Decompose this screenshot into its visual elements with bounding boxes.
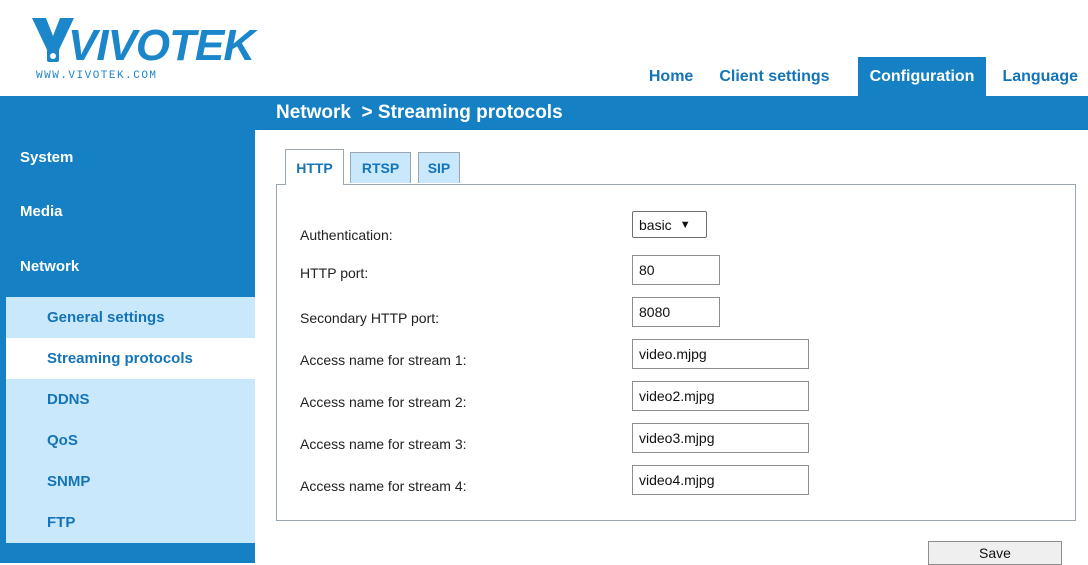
- authentication-value: basic: [639, 216, 672, 233]
- stream4-access-name-input[interactable]: video4.mjpg: [632, 465, 809, 495]
- nav-language[interactable]: Language: [992, 57, 1088, 96]
- top-navigation: Home Client settings Configuration Langu…: [633, 57, 1088, 96]
- stream2-access-name-input[interactable]: video2.mjpg: [632, 381, 809, 411]
- stream1-access-name-input[interactable]: video.mjpg: [632, 339, 809, 369]
- authentication-select[interactable]: basic ▼: [632, 211, 707, 238]
- stream4-access-name-label: Access name for stream 4:: [300, 478, 467, 494]
- sidebar-subitem-streaming-protocols[interactable]: Streaming protocols: [6, 338, 255, 379]
- sidebar-subitem-general-settings[interactable]: General settings: [6, 297, 255, 338]
- tab-http[interactable]: HTTP: [285, 149, 344, 185]
- http-settings-panel: Authentication: basic ▼ HTTP port: 80 Se…: [276, 184, 1076, 521]
- tab-sip[interactable]: SIP: [418, 152, 460, 183]
- http-port-label: HTTP port:: [300, 265, 369, 281]
- http-port-input[interactable]: 80: [632, 255, 720, 285]
- sidebar-item-media[interactable]: Media: [6, 192, 255, 232]
- dropdown-arrow-icon: ▼: [679, 218, 691, 231]
- secondary-http-port-label: Secondary HTTP port:: [300, 310, 440, 326]
- sidebar-subitem-snmp[interactable]: SNMP: [6, 461, 255, 502]
- sidebar-subitem-ddns[interactable]: DDNS: [6, 379, 255, 420]
- sidebar-subitem-qos[interactable]: QoS: [6, 420, 255, 461]
- sidebar: System Media Network General settings St…: [6, 130, 255, 563]
- logo-text: VIVOTEK: [68, 21, 255, 70]
- secondary-http-port-input[interactable]: 8080: [632, 297, 720, 327]
- logo-url: WWW.VIVOTEK.COM: [36, 70, 158, 82]
- stream3-access-name-label: Access name for stream 3:: [300, 436, 467, 452]
- stream3-access-name-input[interactable]: video3.mjpg: [632, 423, 809, 453]
- nav-configuration[interactable]: Configuration: [857, 57, 987, 96]
- nav-home[interactable]: Home: [639, 57, 703, 96]
- save-button[interactable]: Save: [928, 541, 1062, 565]
- stream2-access-name-label: Access name for stream 2:: [300, 394, 467, 410]
- nav-client-settings[interactable]: Client settings: [709, 57, 839, 96]
- authentication-label: Authentication:: [300, 227, 393, 243]
- sidebar-item-system[interactable]: System: [6, 138, 255, 178]
- stream1-access-name-label: Access name for stream 1:: [300, 352, 467, 368]
- sidebar-subitem-ftp[interactable]: FTP: [6, 502, 255, 543]
- sidebar-item-network[interactable]: Network: [6, 247, 255, 287]
- vivotek-logo[interactable]: VIVOTEK WWW.VIVOTEK.COM: [30, 14, 255, 84]
- page-title: Network > Streaming protocols: [276, 102, 563, 123]
- header: VIVOTEK WWW.VIVOTEK.COM Home Client sett…: [0, 0, 1088, 96]
- tab-rtsp[interactable]: RTSP: [350, 152, 411, 183]
